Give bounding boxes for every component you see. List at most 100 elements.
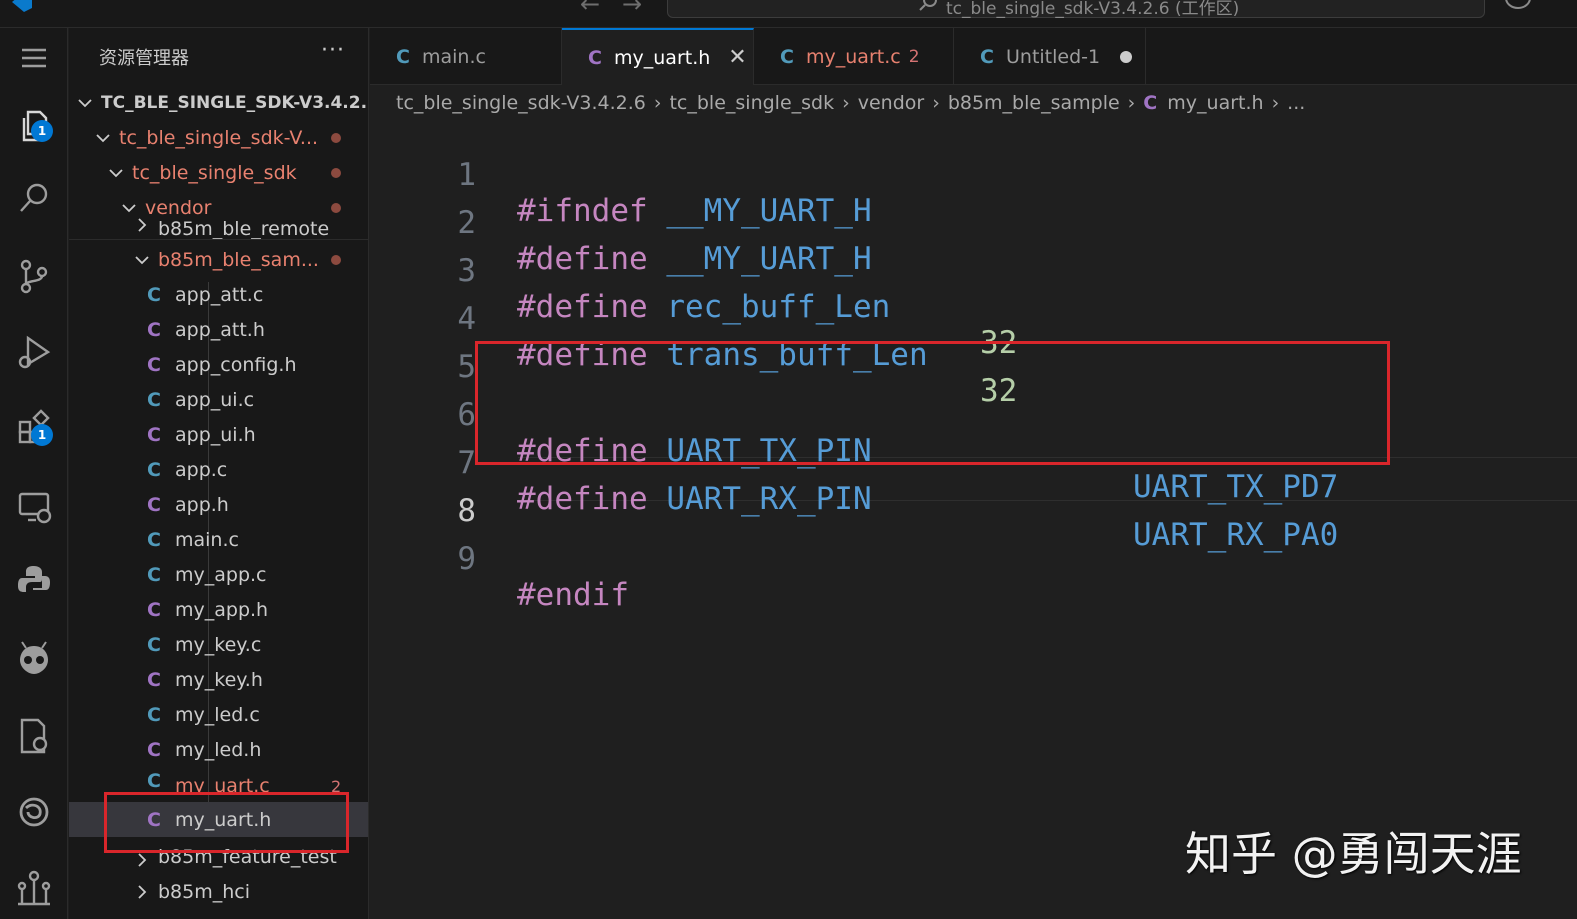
c-file-icon: C bbox=[980, 45, 994, 68]
tab-main-c[interactable]: C main.c bbox=[370, 28, 562, 85]
source-control-icon[interactable] bbox=[0, 246, 68, 306]
workspace-title: tc_ble_single_sdk-V3.4.2.6 (工作区) bbox=[946, 0, 1240, 19]
tab-label: my_uart.h bbox=[614, 46, 711, 69]
copilot-icon[interactable] bbox=[1504, 0, 1544, 10]
chevron-right-icon: › bbox=[1271, 92, 1280, 114]
h-file-icon: C bbox=[147, 738, 161, 761]
chevron-right-icon bbox=[138, 217, 147, 232]
h-file-icon: C bbox=[147, 598, 161, 621]
h-file-icon: C bbox=[147, 668, 161, 691]
h-file-icon: C bbox=[588, 46, 602, 69]
tree-label: app_att.h bbox=[175, 318, 265, 341]
tree-label: app_ui.h bbox=[175, 423, 256, 446]
code-line: 3 #define rec_buff_Len 32 bbox=[370, 217, 1577, 361]
tree-structure-icon[interactable] bbox=[0, 858, 68, 918]
editor-tab-bar: C main.c C my_uart.h ✕ C my_uart.c 2 C U… bbox=[370, 28, 1577, 85]
h-file-icon: C bbox=[147, 423, 161, 446]
tree-label: my_key.c bbox=[175, 633, 262, 656]
tree-label: app.h bbox=[175, 493, 229, 516]
title-bar: ← → tc_ble_single_sdk-V3.4.2.6 (工作区) bbox=[0, 0, 1577, 28]
breadcrumb-item[interactable]: b85m_ble_sample bbox=[948, 92, 1120, 114]
tree-file[interactable]: Cmy_led.c bbox=[69, 697, 368, 732]
tree-file[interactable]: Capp_ui.h bbox=[69, 417, 368, 452]
tree-file[interactable]: Capp.c bbox=[69, 452, 368, 487]
back-arrow-icon[interactable]: ← bbox=[580, 0, 600, 18]
h-file-icon: C bbox=[147, 318, 161, 341]
extensions-icon[interactable]: 1 bbox=[0, 398, 68, 458]
tree-label: b85m_ble_remote bbox=[158, 217, 330, 240]
tree-file[interactable]: Capp_ui.c bbox=[69, 382, 368, 417]
tree-folder-sdk[interactable]: tc_ble_single_sdk bbox=[69, 155, 368, 190]
code-editor[interactable]: 1 #ifndef __MY_UART_H 2 #define __MY_UAR… bbox=[370, 120, 1577, 919]
file-settings-icon[interactable] bbox=[0, 706, 68, 766]
breadcrumb-item[interactable]: vendor bbox=[858, 92, 924, 114]
chevron-right-icon: › bbox=[842, 92, 850, 114]
tab-untitled-1[interactable]: C Untitled-1 bbox=[954, 28, 1146, 85]
chevron-down-icon bbox=[78, 98, 92, 107]
c-file-icon: C bbox=[396, 45, 410, 68]
tree-label: app_config.h bbox=[175, 353, 297, 376]
tree-file[interactable]: Capp_att.c bbox=[69, 277, 368, 312]
chevron-right-icon bbox=[138, 884, 147, 899]
breadcrumb-item[interactable]: my_uart.h bbox=[1167, 92, 1263, 114]
watermark: 知乎 @勇闯天涯 bbox=[1185, 827, 1522, 881]
tree-file[interactable]: Capp_config.h bbox=[69, 347, 368, 382]
tree-file[interactable]: Capp_att.h bbox=[69, 312, 368, 347]
tree-file[interactable]: Cmy_app.h bbox=[69, 592, 368, 627]
platformio-icon[interactable] bbox=[0, 628, 68, 688]
tab-my-uart-h[interactable]: C my_uart.h ✕ bbox=[562, 28, 754, 85]
remote-explorer-icon[interactable] bbox=[0, 476, 68, 536]
tab-my-uart-c[interactable]: C my_uart.c 2 bbox=[754, 28, 954, 85]
menu-icon[interactable] bbox=[0, 28, 68, 88]
breadcrumb-item[interactable]: tc_ble_single_sdk bbox=[669, 92, 834, 114]
tree-file[interactable]: Cmy_key.h bbox=[69, 662, 368, 697]
annotation-box-code bbox=[475, 341, 1390, 465]
line-number: 9 bbox=[457, 541, 476, 577]
forward-arrow-icon[interactable]: → bbox=[622, 0, 642, 18]
tree-folder-b85m-ble-remote[interactable]: b85m_ble_remote bbox=[69, 210, 368, 240]
more-actions-icon[interactable]: ··· bbox=[321, 38, 345, 63]
tree-folder-sdk-root[interactable]: tc_ble_single_sdk-V... bbox=[69, 120, 368, 155]
c-file-icon: C bbox=[147, 458, 161, 481]
tree-file-my-uart-c[interactable]: Cmy_uart.c 2 bbox=[69, 767, 368, 795]
code-line: 9 #endif bbox=[370, 505, 1577, 613]
code-line: 2 #define __MY_UART_H bbox=[370, 169, 1577, 277]
chevron-right-icon: › bbox=[653, 92, 662, 114]
tree-folder-b85m-hci[interactable]: b85m_hci bbox=[69, 874, 368, 909]
tree-file[interactable]: Cmy_key.c bbox=[69, 627, 368, 662]
tree-file[interactable]: Cmy_led.h bbox=[69, 732, 368, 767]
tree-file[interactable]: Capp.h bbox=[69, 487, 368, 522]
explorer-badge: 1 bbox=[31, 120, 53, 142]
tree-label: my_app.h bbox=[175, 598, 269, 621]
vscode-logo-icon bbox=[12, 0, 32, 12]
run-debug-icon[interactable] bbox=[0, 322, 68, 382]
tree-label: my_app.c bbox=[175, 563, 267, 586]
tree-file[interactable]: Cmain.c bbox=[69, 522, 368, 557]
c-file-icon: C bbox=[147, 770, 161, 792]
explorer-icon[interactable]: 1 bbox=[0, 94, 68, 154]
close-icon[interactable]: ✕ bbox=[728, 45, 746, 70]
c-file-icon: C bbox=[147, 633, 161, 656]
tree-file[interactable]: Cmy_app.c bbox=[69, 557, 368, 592]
extensions-badge: 1 bbox=[31, 424, 53, 446]
python-icon[interactable] bbox=[0, 552, 68, 612]
c-file-icon: C bbox=[147, 703, 161, 726]
problem-count: 2 bbox=[908, 46, 920, 67]
c-file-icon: C bbox=[780, 45, 794, 68]
tree-label: tc_ble_single_sdk-V... bbox=[119, 126, 319, 149]
search-icon[interactable] bbox=[0, 168, 68, 228]
copilot-chat-icon[interactable] bbox=[0, 782, 68, 842]
breadcrumb-item[interactable]: tc_ble_single_sdk-V3.4.2.6 bbox=[396, 92, 646, 114]
tree-folder-b85m-ble-sample[interactable]: b85m_ble_sam... bbox=[69, 242, 368, 277]
search-icon bbox=[919, 0, 937, 11]
tree-label: my_key.h bbox=[175, 668, 263, 691]
chevron-right-icon: › bbox=[1127, 92, 1136, 114]
tree-label: my_led.h bbox=[175, 738, 262, 761]
breadcrumb-item[interactable]: ... bbox=[1287, 92, 1305, 114]
code-text: #endif bbox=[517, 577, 629, 613]
h-file-icon: C bbox=[147, 353, 161, 376]
unsaved-dot-icon[interactable] bbox=[1120, 50, 1133, 63]
modified-dot-icon bbox=[331, 254, 341, 265]
tree-workspace-root[interactable]: TC_BLE_SINGLE_SDK-V3.4.2.6 (... bbox=[69, 85, 368, 120]
modified-dot-icon bbox=[331, 132, 341, 143]
